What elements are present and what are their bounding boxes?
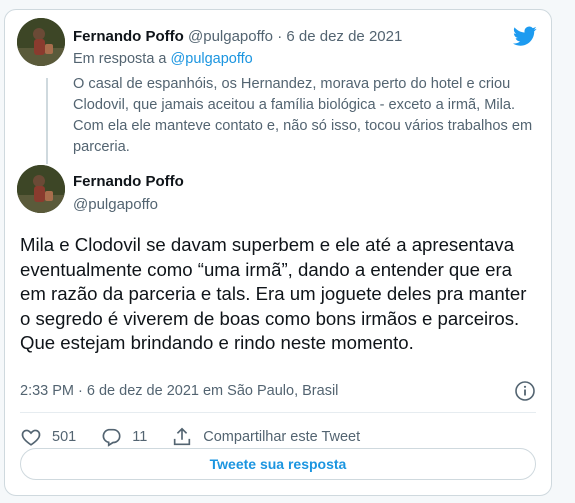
share-label: Compartilhar este Tweet (203, 429, 361, 445)
share-button[interactable]: Compartilhar este Tweet (171, 426, 360, 448)
divider (20, 412, 536, 413)
info-icon[interactable] (514, 380, 536, 402)
heart-icon (21, 429, 41, 446)
tweet-timestamp[interactable]: 2:33 PM · 6 de dez de 2021 em São Paulo,… (20, 383, 338, 399)
twitter-bird-icon[interactable] (513, 24, 537, 48)
in-reply-handle-link[interactable]: @pulgapoffo (171, 51, 253, 67)
thread-connector-line (46, 78, 48, 164)
main-tweet-text: Mila e Clodovil se davam superbem e ele … (20, 234, 527, 353)
tweet-actions: 501 11 Compartilhar este Tweet (20, 424, 384, 450)
reply-tweet-header: Fernando Poffo @pulgapoffo · 6 de dez de… (73, 28, 402, 45)
like-count: 501 (52, 429, 77, 445)
main-author-avatar[interactable] (17, 165, 65, 213)
reply-count: 11 (132, 429, 148, 445)
in-reply-prefix: Em resposta a (73, 51, 167, 67)
reply-action-button[interactable]: 11 (100, 426, 147, 448)
reply-author-name[interactable]: Fernando Poffo (73, 28, 184, 45)
header-separator: · (277, 28, 283, 45)
reply-tweet-date[interactable]: 6 de dez de 2021 (286, 28, 402, 45)
reply-tweet-text: O casal de espanhóis, os Hernandez, mora… (73, 76, 533, 155)
main-author-name[interactable]: Fernando Poffo (73, 173, 184, 190)
in-reply-to: Em resposta a @pulgapoffo (73, 51, 253, 67)
main-author-handle[interactable]: @pulgapoffo (73, 196, 158, 213)
like-button[interactable]: 501 (20, 426, 76, 448)
share-icon (174, 427, 191, 446)
tweet-embed-card: Fernando Poffo @pulgapoffo · 6 de dez de… (4, 9, 552, 496)
comment-icon (102, 428, 121, 447)
reply-author-handle[interactable]: @pulgapoffo (188, 28, 273, 45)
tweet-reply-button[interactable]: Tweete sua resposta (20, 448, 536, 480)
reply-author-avatar[interactable] (17, 18, 65, 66)
